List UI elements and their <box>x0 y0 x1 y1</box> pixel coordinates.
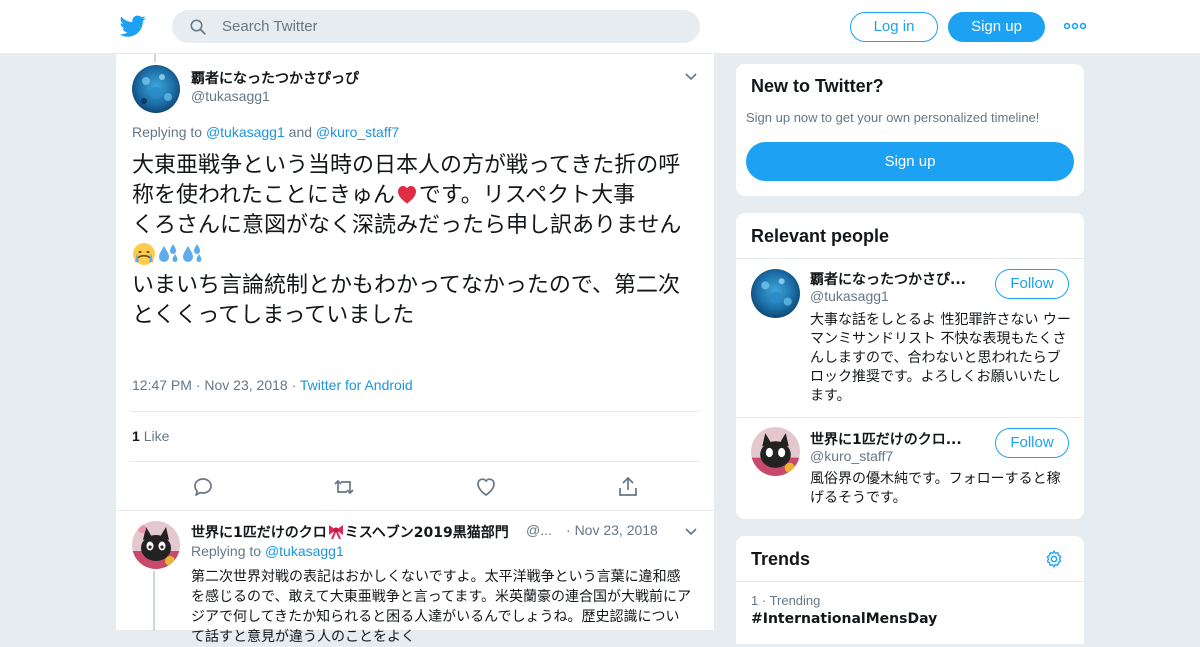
tweet-author-handle[interactable]: @tukasagg1 <box>191 88 270 104</box>
like-stats[interactable]: 1 Like <box>132 428 169 444</box>
tweet-separator <box>116 510 716 511</box>
ribbon-icon <box>328 525 343 540</box>
reply-date[interactable]: · Nov 23, 2018 <box>566 522 658 538</box>
card-title: Trends <box>751 549 811 569</box>
person-name[interactable]: 覇者になったつかさぴ... <box>810 269 966 289</box>
reply-icon[interactable] <box>191 475 215 499</box>
reply-author-handle[interactable]: @... <box>526 522 552 538</box>
more-dots-icon[interactable] <box>1064 22 1086 30</box>
tweet-date[interactable]: Nov 23, 2018 <box>204 377 287 393</box>
avatar[interactable] <box>132 65 180 113</box>
reply-author-name-text: ミスヘブン2019黒猫部門 <box>344 525 509 541</box>
login-button[interactable]: Log in <box>850 12 938 42</box>
trend-name: #InternationalMensDay <box>751 611 938 627</box>
trend-item[interactable]: 1 · Trending #InternationalMensDay <box>751 593 1071 627</box>
follow-button[interactable]: Follow <box>995 428 1069 458</box>
retweet-icon[interactable] <box>332 475 356 499</box>
sweat-droplets-icon <box>159 244 178 262</box>
like-heart-icon[interactable] <box>474 475 498 499</box>
replying-to-link[interactable]: @tukasagg1 <box>206 124 285 140</box>
person-bio: 風俗界の優木純です。フォローすると稼げるそうです。 <box>810 471 1061 506</box>
avatar[interactable] <box>132 521 180 569</box>
divider <box>736 417 1084 418</box>
like-label: Like <box>143 428 170 444</box>
trend-meta: 1 · Trending <box>751 593 821 608</box>
tweet-author-name[interactable]: 覇者になったつかさぴっぴ <box>191 68 359 88</box>
tweet-text: 大東亜戦争という当時の日本人の方が戦ってきた折の呼称を使われたことにきゅん です。… <box>132 151 702 331</box>
card-subtitle: Sign up now to get your own personalized… <box>746 110 1040 125</box>
red-heart-icon <box>397 186 416 204</box>
new-to-twitter-card: New to Twitter? Sign up now to get your … <box>735 63 1085 197</box>
avatar-image <box>132 65 180 113</box>
avatar[interactable] <box>751 427 800 476</box>
replying-to-link[interactable]: @kuro_staff7 <box>316 124 399 140</box>
replying-to: Replying to @tukasagg1 and @kuro_staff7 <box>132 124 399 140</box>
twitter-bird-icon[interactable] <box>120 13 146 39</box>
chevron-down-icon[interactable] <box>684 72 698 82</box>
follow-button[interactable]: Follow <box>995 269 1069 299</box>
tweet-text-line: いまいち言論統制とかもわかってなかったので、第二次とくくってしまっていました <box>132 273 681 328</box>
reply-author-name[interactable]: 世界に1匹だけのクロ ミスヘブン2019黒猫部門 <box>191 522 509 542</box>
person-name[interactable]: 世界に1匹だけのクロ... <box>810 429 962 449</box>
sweat-droplets-icon <box>183 244 202 262</box>
replying-to: Replying to @tukasagg1 <box>191 543 344 559</box>
signup-button[interactable]: Sign up <box>746 142 1074 181</box>
replying-prefix: Replying to <box>132 124 203 140</box>
avatar[interactable] <box>751 269 800 318</box>
replying-and: and <box>288 124 313 140</box>
person-handle[interactable]: @kuro_staff7 <box>810 448 893 464</box>
chevron-down-icon[interactable] <box>684 527 698 537</box>
card-title: New to Twitter? <box>751 76 884 96</box>
share-icon[interactable] <box>616 475 640 499</box>
divider <box>736 258 1084 259</box>
trend-label: Trending <box>769 593 821 608</box>
tweet-column: 覇者になったつかさぴっぴ @tukasagg1 Replying to @tuk… <box>115 54 716 645</box>
card-title: Relevant people <box>751 226 890 246</box>
search-icon <box>190 19 206 35</box>
like-count: 1 <box>132 428 140 444</box>
meta-separator: · <box>291 377 300 393</box>
trends-card: Trends 1 · Trending #InternationalMensDa… <box>735 535 1085 645</box>
thread-line <box>154 54 156 62</box>
tweet-text-line: です。リスペクト大事 <box>418 183 636 208</box>
reply-date-text: Nov 23, 2018 <box>574 522 658 538</box>
crying-face-icon <box>133 243 155 265</box>
tweet-time[interactable]: 12:47 PM <box>132 377 192 393</box>
divider <box>130 411 700 412</box>
reply-author-name-text: 世界に1匹だけのクロ <box>191 525 327 541</box>
replying-prefix: Replying to <box>191 543 262 559</box>
divider <box>130 461 700 462</box>
avatar-image <box>751 427 800 476</box>
tweet-meta: 12:47 PM · Nov 23, 2018 · Twitter for An… <box>132 377 413 393</box>
thread-line <box>153 571 155 631</box>
divider <box>736 581 1084 582</box>
signup-button[interactable]: Sign up <box>948 12 1045 42</box>
top-navigation-bar: Log in Sign up <box>0 0 1200 54</box>
replying-to-link[interactable]: @tukasagg1 <box>265 543 344 559</box>
tweet-text-line: くろさんに意図がなく深読みだったら申し訳ありません <box>132 213 682 238</box>
avatar-image <box>132 521 180 569</box>
avatar-image <box>751 269 800 318</box>
meta-separator: · <box>566 522 575 538</box>
gear-icon[interactable] <box>1044 549 1064 569</box>
trend-rank: 1 <box>751 593 759 608</box>
person-handle[interactable]: @tukasagg1 <box>810 288 889 304</box>
person-bio: 大事な話をしとるよ 性犯罪許さない ウーマンミサンドリスト 不快な表現もたくさん… <box>810 312 1071 404</box>
tweet-source-link[interactable]: Twitter for Android <box>300 377 413 393</box>
relevant-people-card: Relevant people 覇者になったつかさぴ... @tukasagg1… <box>735 212 1085 520</box>
reply-text: 第二次世界対戦の表記はおかしくないですよ。太平洋戦争という言葉に違和感を感じるの… <box>191 569 691 645</box>
search-input[interactable] <box>222 10 682 43</box>
search-box[interactable] <box>172 10 700 43</box>
